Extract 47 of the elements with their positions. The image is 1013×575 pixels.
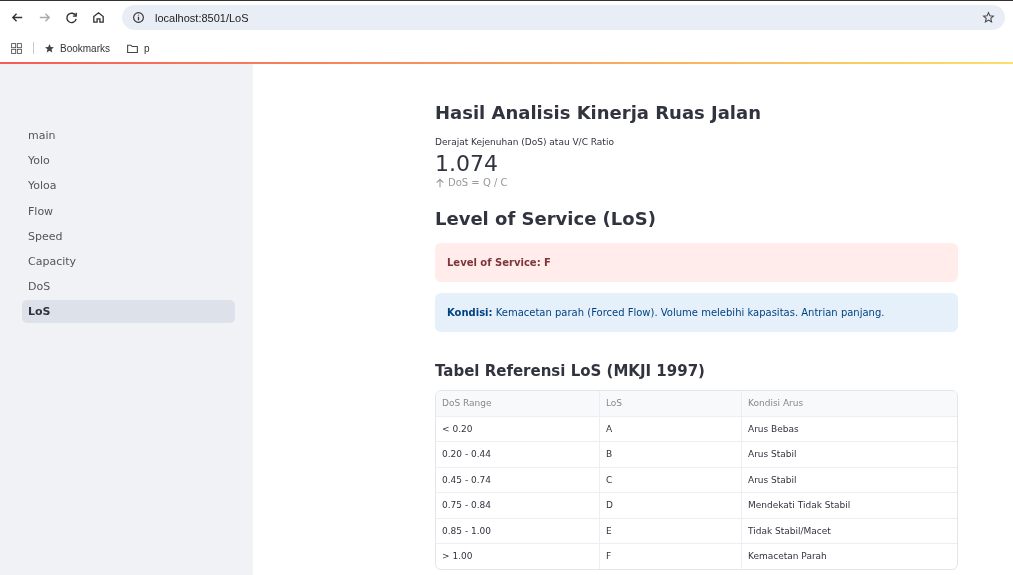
sidebar-item[interactable]: Flow bbox=[22, 199, 235, 223]
table-cell: Arus Stabil bbox=[741, 442, 957, 467]
reload-icon[interactable] bbox=[64, 10, 79, 25]
metric-value: 1.074 bbox=[435, 151, 499, 176]
column-header[interactable]: DoS Range bbox=[436, 391, 599, 416]
table-cell: A bbox=[599, 416, 741, 441]
sidebar-item[interactable]: main bbox=[22, 124, 235, 147]
table-cell: Mendekati Tidak Stabil bbox=[741, 493, 957, 518]
home-icon[interactable] bbox=[91, 10, 106, 25]
table-cell-text: < 0.20 bbox=[441, 422, 474, 436]
table-cell-text: 0.75 - 0.84 bbox=[441, 499, 493, 513]
table-title: Tabel Referensi LoS (MKJI 1997) bbox=[435, 362, 706, 380]
section-heading: Level of Service (LoS) bbox=[435, 208, 657, 229]
table-cell-text: 0.45 - 0.74 bbox=[441, 473, 493, 487]
sidebar-item[interactable]: LoS bbox=[22, 300, 235, 324]
address-bar[interactable]: localhost:8501/LoS bbox=[122, 5, 1005, 30]
table-cell: C bbox=[599, 467, 741, 492]
star-icon bbox=[44, 42, 55, 54]
info-alert: Kondisi: Kemacetan parah (Forced Flow). Volume melebihi kapasitas. Antrian panjang. bbox=[435, 293, 958, 332]
table-cell: D bbox=[599, 493, 741, 518]
table-cell: B bbox=[599, 442, 741, 467]
bookmark-link[interactable]: p bbox=[126, 41, 150, 55]
page-title: Hasil Analisis Kinerja Ruas Jalan bbox=[435, 102, 762, 123]
sidebar-item[interactable]: Yolo bbox=[22, 149, 235, 173]
column-header[interactable]: Kondisi Arus bbox=[741, 391, 957, 416]
table-cell: E bbox=[599, 518, 741, 543]
metric-delta: DoS = Q / C bbox=[448, 177, 508, 188]
star-icon[interactable] bbox=[982, 11, 995, 24]
sidebar-item[interactable]: Yoloa bbox=[22, 174, 235, 198]
table-cell-text: > 1.00 bbox=[441, 550, 474, 564]
info-icon[interactable] bbox=[132, 11, 145, 24]
sidebar-item[interactable]: Capacity bbox=[22, 249, 235, 273]
table-cell: F bbox=[599, 544, 741, 569]
table-cell: Kemacetan Parah bbox=[741, 544, 957, 569]
table-cell: Arus Stabil bbox=[741, 467, 957, 492]
column-header[interactable]: LoS bbox=[599, 391, 741, 416]
sidebar-item[interactable]: DoS bbox=[22, 275, 235, 299]
arrow-up-icon bbox=[435, 177, 445, 188]
bookmark-link[interactable]: Bookmarks bbox=[44, 42, 110, 54]
table-cell-text: 0.85 - 1.00 bbox=[441, 524, 493, 538]
table-cell: Arus Bebas bbox=[741, 416, 957, 441]
error-alert: Level of Service: F bbox=[435, 243, 958, 282]
metric-label: Derajat Kejenuhan (DoS) atau V/C Ratio bbox=[435, 137, 615, 147]
sidebar-item[interactable]: Speed bbox=[22, 224, 235, 248]
table-cell-text: 0.20 - 0.44 bbox=[441, 448, 493, 462]
table-cell: Tidak Stabil/Macet bbox=[741, 518, 957, 543]
apps-grid-icon[interactable] bbox=[10, 41, 23, 55]
